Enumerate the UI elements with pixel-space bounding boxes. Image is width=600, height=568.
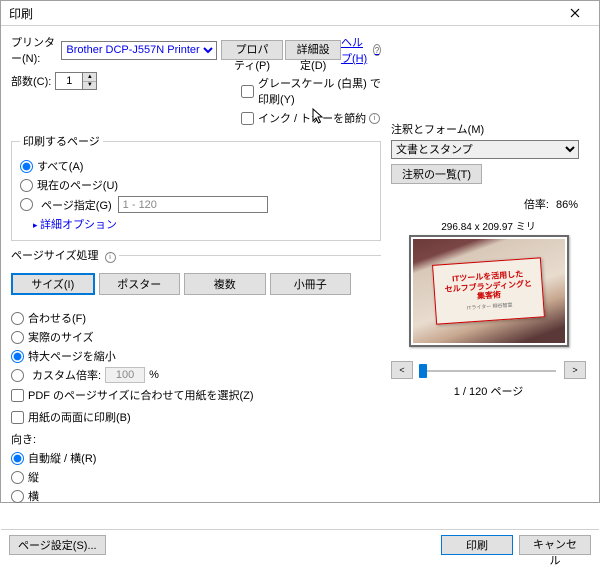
fit-row[interactable]: 合わせる(F) (11, 310, 381, 326)
custom-label: カスタム倍率: (32, 367, 101, 383)
shrink-radio[interactable] (11, 350, 24, 363)
copies-up-button[interactable]: ▲ (83, 73, 96, 82)
duplex-checkbox[interactable] (11, 411, 24, 424)
print-button[interactable]: 印刷 (441, 535, 513, 555)
landscape-label: 横 (28, 488, 39, 504)
copies-spinner[interactable]: ▲ ▼ (55, 72, 97, 90)
copies-input[interactable] (55, 72, 83, 90)
slider-track-line (421, 370, 556, 372)
next-page-button[interactable]: > (564, 361, 586, 379)
page-sizing-group: ページサイズ処理 i サイズ(I) ポスター 複数 小冊子 合わせる(F) 実際… (11, 247, 381, 515)
print-pages-legend: 印刷するページ (20, 133, 103, 149)
preview-image: ITツールを活用した セルフブランディングと 集客術 ITライター 柳谷智宣 (413, 239, 565, 343)
titlebar: 印刷 (1, 1, 599, 26)
tab-multiple[interactable]: 複数 (184, 273, 266, 295)
advanced-options-toggle[interactable]: 詳細オプション (33, 216, 372, 232)
pages-range-radio[interactable] (20, 198, 33, 211)
slider-thumb[interactable] (419, 364, 427, 378)
fit-radio[interactable] (11, 312, 24, 325)
auto-orient-radio[interactable] (11, 452, 24, 465)
preview-area: ITツールを活用した セルフブランディングと 集客術 ITライター 柳谷智宣 (409, 235, 569, 347)
prev-page-button[interactable]: < (391, 361, 413, 379)
scale-label: 倍率: (524, 199, 549, 211)
page-sizing-legend: ページサイズ処理 i (11, 247, 119, 263)
page-setup-button[interactable]: ページ設定(S)... (9, 535, 106, 555)
page-sizing-label: ページサイズ処理 (11, 250, 98, 262)
annotation-list-button[interactable]: 注釈の一覧(T) (391, 164, 482, 184)
cancel-button[interactable]: キャンセル (519, 535, 591, 555)
actual-row[interactable]: 実際のサイズ (11, 329, 381, 345)
preview-card: ITツールを活用した セルフブランディングと 集客術 ITライター 柳谷智宣 (432, 257, 545, 325)
info-icon[interactable]: i (105, 252, 116, 263)
fit-label: 合わせる(F) (28, 310, 86, 326)
pages-range-label: ページ指定(G) (41, 197, 112, 213)
save-ink-checkbox[interactable] (241, 112, 254, 125)
portrait-label: 縦 (28, 469, 39, 485)
auto-orient-row[interactable]: 自動縦 / 横(R) (11, 450, 381, 466)
pages-all-label: すべて(A) (37, 158, 83, 174)
pages-current-radio[interactable] (20, 179, 33, 192)
save-ink-label: インク / トナーを節約 (258, 110, 366, 126)
advanced-settings-button[interactable]: 詳細設定(D) (285, 40, 341, 60)
page-slider[interactable] (417, 361, 560, 379)
pages-current-row[interactable]: 現在のページ(U) (20, 177, 372, 193)
pages-all-row[interactable]: すべて(A) (20, 158, 372, 174)
printer-label: プリンター(N): (11, 34, 57, 66)
close-icon (570, 8, 580, 18)
actual-radio[interactable] (11, 331, 24, 344)
preview-line: 集客術 (477, 290, 502, 301)
landscape-row[interactable]: 横 (11, 488, 381, 504)
portrait-row[interactable]: 縦 (11, 469, 381, 485)
custom-radio[interactable] (11, 369, 24, 382)
duplex-row[interactable]: 用紙の両面に印刷(B) (11, 409, 381, 425)
tab-booklet[interactable]: 小冊子 (270, 273, 352, 295)
grayscale-checkbox-row[interactable]: グレースケール (白黒) で印刷(Y) (241, 75, 381, 107)
pages-current-label: 現在のページ(U) (37, 177, 118, 193)
scale-value: 86% (556, 199, 578, 211)
help-label: ヘルプ(H) (341, 34, 370, 66)
orientation-label: 向き: (11, 431, 381, 447)
auto-orient-label: 自動縦 / 横(R) (28, 450, 96, 466)
info-icon[interactable]: i (369, 113, 380, 124)
custom-scale-input[interactable] (105, 367, 145, 383)
properties-button[interactable]: プロパティ(P) (221, 40, 283, 60)
pages-range-input[interactable] (118, 196, 268, 213)
close-button[interactable] (555, 1, 595, 25)
percent-label: % (149, 369, 159, 381)
shrink-label: 特大ページを縮小 (28, 348, 116, 364)
grayscale-label: グレースケール (白黒) で印刷(Y) (258, 75, 381, 107)
print-pages-group: 印刷するページ すべて(A) 現在のページ(U) ページ指定(G) 詳細オプショ… (11, 133, 381, 241)
tab-size[interactable]: サイズ(I) (11, 273, 95, 295)
pdf-size-checkbox[interactable] (11, 389, 24, 402)
grayscale-checkbox[interactable] (241, 85, 254, 98)
preview-sub: ITライター 柳谷智宣 (467, 301, 513, 311)
forms-select[interactable]: 文書とスタンプ (391, 140, 579, 159)
forms-label: 注釈とフォーム(M) (391, 121, 586, 137)
pdf-size-label: PDF のページサイズに合わせて用紙を選択(Z) (28, 387, 254, 403)
copies-down-button[interactable]: ▼ (83, 82, 96, 90)
portrait-radio[interactable] (11, 471, 24, 484)
pdf-size-row[interactable]: PDF のページサイズに合わせて用紙を選択(Z) (11, 387, 381, 403)
copies-label: 部数(C): (11, 73, 51, 89)
tab-poster[interactable]: ポスター (99, 273, 181, 295)
help-icon: ? (373, 44, 381, 56)
duplex-label: 用紙の両面に印刷(B) (28, 409, 131, 425)
landscape-radio[interactable] (11, 490, 24, 503)
actual-label: 実際のサイズ (28, 329, 94, 345)
shrink-row[interactable]: 特大ページを縮小 (11, 348, 381, 364)
dialog-title: 印刷 (9, 5, 555, 22)
pages-all-radio[interactable] (20, 160, 33, 173)
help-link[interactable]: ヘルプ(H) ? (341, 34, 381, 66)
page-indicator: 1 / 120 ページ (391, 383, 586, 399)
preview-dimensions: 296.84 x 209.97 ミリ (391, 218, 586, 233)
save-ink-checkbox-row[interactable]: インク / トナーを節約 i (241, 110, 381, 126)
printer-select[interactable]: Brother DCP-J557N Printer (61, 41, 217, 60)
